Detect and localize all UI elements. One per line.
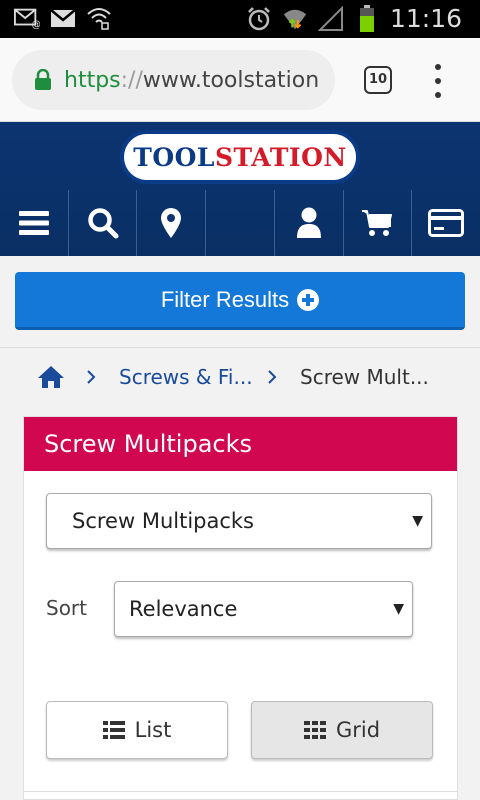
card-icon[interactable] <box>412 190 480 256</box>
cart-icon[interactable] <box>344 190 413 256</box>
url-host: www.toolstation <box>142 67 320 93</box>
list-view-label: List <box>134 718 172 742</box>
logo-text-station: STATION <box>215 142 347 172</box>
breadcrumb-link-screws[interactable]: Screws & Fi... <box>119 365 253 389</box>
home-icon[interactable] <box>37 365 65 394</box>
filter-section: Filter Results <box>0 256 480 348</box>
tab-switcher-button[interactable]: 10 <box>364 66 392 94</box>
search-icon[interactable] <box>69 190 138 256</box>
user-icon[interactable] <box>275 190 344 256</box>
toolstation-logo[interactable]: TOOLSTATION <box>120 130 360 184</box>
list-icon <box>102 721 125 739</box>
panel-divider <box>24 791 457 792</box>
url-text: https://www.toolstation <box>64 68 319 93</box>
menu-icon[interactable] <box>0 190 69 256</box>
sort-select[interactable]: Relevance ▼ <box>114 581 413 637</box>
category-select[interactable]: Screw Multipacks ▼ <box>46 493 432 549</box>
signal-icon <box>317 5 344 31</box>
status-bar: @ 11:16 <box>0 0 480 38</box>
mail-at-icon: @ <box>14 6 40 30</box>
clock-time: 11:16 <box>389 4 462 33</box>
battery-icon <box>354 4 380 32</box>
url-scheme: https <box>64 67 121 93</box>
site-header: TOOLSTATION <box>0 122 480 256</box>
url-bar[interactable]: https://www.toolstation <box>12 50 335 110</box>
grid-view-button[interactable]: Grid <box>251 701 433 759</box>
sort-select-value: Relevance <box>129 597 238 621</box>
wifi-data-icon <box>282 7 308 31</box>
filter-results-label: Filter Results <box>160 286 290 312</box>
sort-label: Sort <box>46 596 87 620</box>
filter-results-button[interactable]: Filter Results <box>15 272 465 330</box>
grid-view-label: Grid <box>335 718 381 742</box>
category-panel: Screw Multipacks Screw Multipacks ▼ Sort… <box>23 416 458 800</box>
grid-icon <box>303 721 326 739</box>
alarm-icon <box>246 6 272 31</box>
chevron-right-icon <box>87 370 96 384</box>
location-pin-icon[interactable] <box>137 190 207 256</box>
category-select-value: Screw Multipacks <box>72 509 254 533</box>
wifi-icon <box>86 6 112 30</box>
url-separator: :// <box>120 67 143 93</box>
logo-text-tool: TOOL <box>133 142 215 172</box>
svg-text:@: @ <box>32 19 40 29</box>
gmail-icon <box>50 6 76 30</box>
overflow-menu-icon[interactable] <box>428 64 448 98</box>
panel-title: Screw Multipacks <box>24 417 457 471</box>
dropdown-arrow-icon: ▼ <box>393 601 404 617</box>
lock-icon <box>35 69 51 90</box>
chevron-right-icon <box>268 370 277 384</box>
browser-toolbar: https://www.toolstation 10 <box>0 38 480 122</box>
dropdown-arrow-icon: ▼ <box>412 513 423 529</box>
nav-icon-bar <box>0 190 480 256</box>
plus-circle-icon <box>297 288 320 311</box>
breadcrumb: Screws & Fi... Screw Mult... <box>0 349 480 409</box>
nav-blank-cell <box>206 190 275 256</box>
list-view-button[interactable]: List <box>46 701 228 759</box>
breadcrumb-current: Screw Mult... <box>300 365 429 389</box>
